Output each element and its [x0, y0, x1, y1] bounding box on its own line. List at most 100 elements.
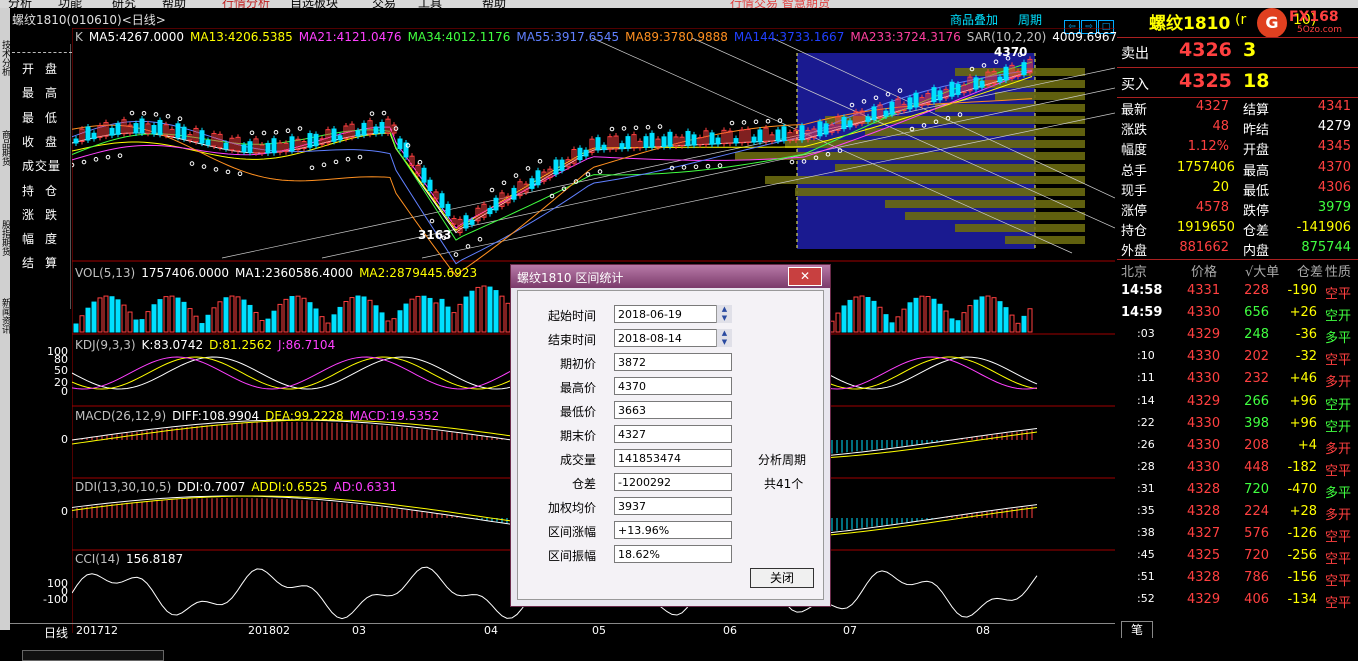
- tick-volume: 232: [1244, 371, 1269, 387]
- spinner-icon[interactable]: ▲ ▼: [716, 305, 732, 323]
- dialog-close-icon[interactable]: ✕: [788, 267, 822, 286]
- x-tick-label: 07: [843, 624, 857, 637]
- side-menu-item[interactable]: 结算: [22, 254, 68, 271]
- volume-bar: [997, 301, 1003, 333]
- top-menu-item[interactable]: 分析: [8, 0, 32, 8]
- x-tick-label: 04: [484, 624, 498, 637]
- candle: [649, 132, 655, 148]
- side-menu-item[interactable]: 最高: [22, 84, 68, 101]
- candle: [313, 133, 319, 147]
- volume-bar: [847, 299, 853, 333]
- volume-bar: [397, 310, 403, 333]
- close-button[interactable]: 关闭: [750, 568, 814, 588]
- volume-profile-bar: [955, 224, 1085, 232]
- candle: [871, 106, 877, 121]
- field-input[interactable]: +13.96%: [614, 521, 732, 539]
- dialog-title-bar[interactable]: 螺纹1810 区间统计 ✕: [511, 265, 830, 288]
- volume-bar: [901, 308, 907, 333]
- volume-bar: [457, 303, 463, 333]
- volume-bar: [913, 297, 919, 333]
- quote-value: 4327: [1195, 99, 1229, 114]
- sar-dot: [81, 159, 87, 165]
- field-input[interactable]: 2018-08-14: [614, 329, 732, 347]
- left-tab[interactable]: 商品期货: [0, 108, 10, 188]
- period-button[interactable]: 周期: [1018, 11, 1042, 28]
- candle: [85, 126, 91, 141]
- ddi-legend: DDI(13,30,10,5) DDI:0.7007 ADDI:0.6525 AD:0…: [75, 480, 403, 494]
- field-input[interactable]: 3937: [614, 497, 732, 515]
- horizontal-scrollbar[interactable]: [22, 650, 164, 661]
- buy-volume: 18: [1243, 70, 1270, 92]
- field-input[interactable]: 141853474: [614, 449, 732, 467]
- cci-legend: CCI(14) 156.8187: [75, 552, 189, 566]
- volume-bar: [139, 319, 145, 333]
- volume-bar: [877, 306, 883, 333]
- tick-diff: -32: [1295, 349, 1317, 365]
- tab-ticks[interactable]: 笔: [1121, 621, 1153, 638]
- volume-bar: [919, 295, 925, 333]
- side-menu-item[interactable]: 最低: [22, 109, 68, 126]
- volume-bar: [949, 318, 955, 333]
- top-menu-item[interactable]: 研究: [112, 0, 136, 8]
- candle: [601, 144, 607, 151]
- volume-bar: [349, 297, 355, 333]
- ticks-header-cell: 性质: [1325, 265, 1352, 280]
- field-input[interactable]: 3872: [614, 353, 732, 371]
- ticks-header-cell: 北京: [1121, 265, 1148, 280]
- top-menu-item[interactable]: 工具: [418, 0, 442, 8]
- volume-bar: [211, 307, 217, 333]
- volume-bar: [259, 320, 265, 333]
- volume-bar: [241, 299, 247, 333]
- tick-volume: 448: [1244, 459, 1269, 475]
- legend-item: 156.8187: [125, 552, 184, 566]
- volume-bar: [163, 296, 169, 333]
- divider: [1117, 37, 1358, 38]
- tick-volume: 398: [1244, 415, 1269, 431]
- tick-nature: 多开: [1325, 441, 1352, 457]
- candle: [529, 178, 535, 189]
- quote-label: 最低: [1243, 183, 1270, 199]
- top-menu-item[interactable]: 功能: [58, 0, 82, 8]
- tick-price: 4328: [1187, 570, 1221, 586]
- left-tab[interactable]: 新闻资讯: [0, 276, 10, 356]
- volume-bar: [265, 318, 271, 333]
- volume-bar: [931, 298, 937, 333]
- candle: [709, 132, 715, 145]
- tick-time: :11: [1137, 371, 1155, 385]
- top-menu-item[interactable]: 交易: [372, 0, 396, 8]
- side-menu-item[interactable]: 成交量: [22, 157, 61, 174]
- field-input[interactable]: 2018-06-19: [614, 305, 732, 323]
- quote-value: -141906: [1296, 220, 1351, 236]
- x-tick-label: 06: [723, 624, 737, 637]
- y-tick-label: 0: [61, 433, 68, 446]
- field-input[interactable]: 4327: [614, 425, 732, 443]
- tick-time: :35: [1137, 504, 1155, 517]
- top-menu-item[interactable]: 行情分析: [222, 0, 270, 8]
- field-input[interactable]: -1200292: [614, 473, 732, 491]
- goods-overlay-button[interactable]: 商品叠加: [950, 11, 998, 28]
- top-menu-item[interactable]: 行情交易 智慧期货: [730, 0, 830, 8]
- side-menu-item[interactable]: 涨跌: [22, 206, 68, 223]
- volume-bar: [73, 323, 79, 333]
- tick-diff: +46: [1289, 371, 1317, 387]
- side-menu-item[interactable]: 幅度: [22, 230, 68, 247]
- tick-volume: 406: [1244, 592, 1269, 608]
- top-menu-item[interactable]: 帮助: [482, 0, 506, 8]
- field-input[interactable]: 18.62%: [614, 545, 732, 563]
- sar-dot: [429, 218, 435, 224]
- side-menu-item[interactable]: 开盘: [22, 60, 68, 77]
- top-menu-item[interactable]: 帮助: [162, 0, 186, 8]
- field-input[interactable]: 3663: [614, 401, 732, 419]
- spinner-icon[interactable]: ▲ ▼: [716, 329, 732, 347]
- field-input[interactable]: 4370: [614, 377, 732, 395]
- side-menu-item[interactable]: 持仓: [22, 182, 68, 199]
- side-menu-item[interactable]: 收盘: [22, 133, 68, 150]
- tick-volume: 720: [1244, 481, 1269, 497]
- sar-dot: [93, 157, 99, 162]
- top-menu-item[interactable]: 自选板块: [290, 0, 338, 8]
- tick-time: :52: [1137, 592, 1155, 606]
- left-tab[interactable]: 技术分析: [0, 18, 10, 98]
- left-tab[interactable]: 股指期货: [0, 198, 10, 278]
- tick-price: 4327: [1187, 526, 1221, 542]
- candle: [181, 126, 187, 140]
